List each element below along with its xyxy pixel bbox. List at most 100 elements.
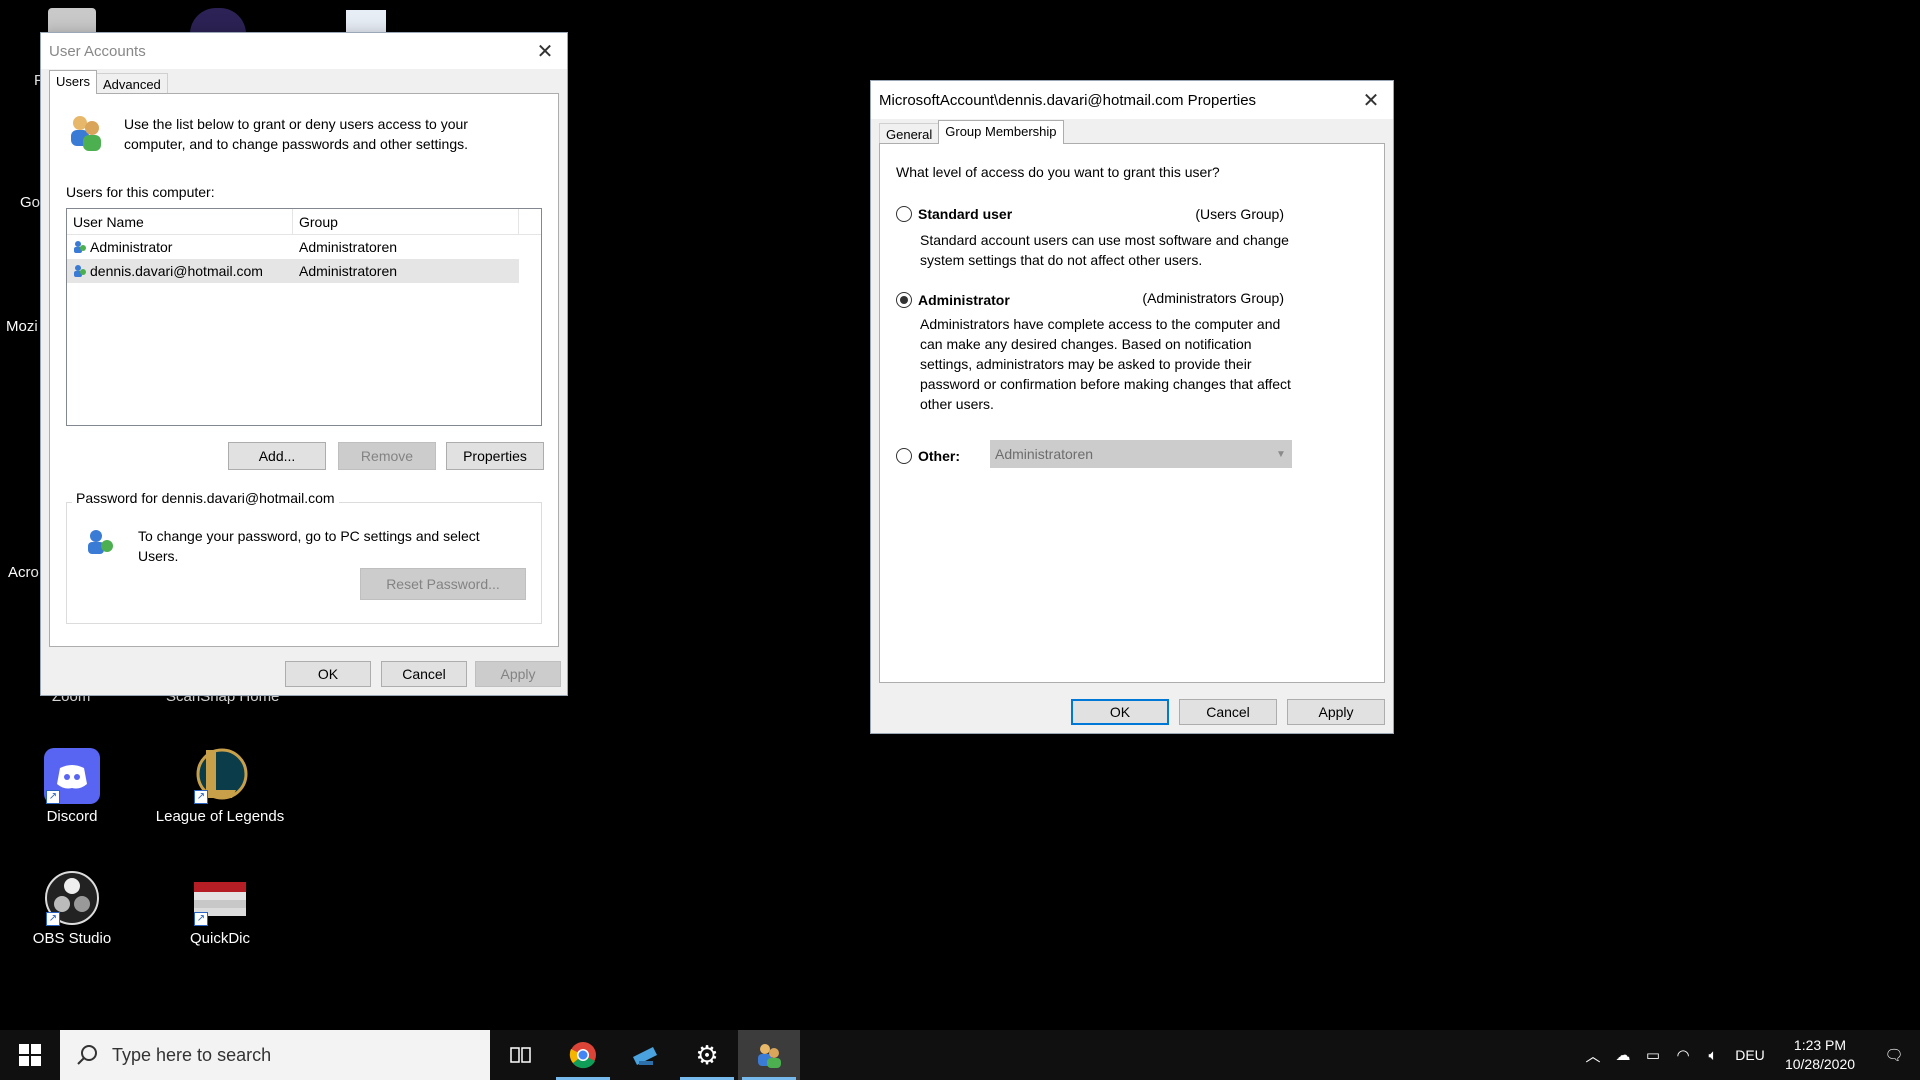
tab-strip: Users Advanced bbox=[41, 69, 567, 94]
tab-advanced[interactable]: Advanced bbox=[95, 73, 168, 93]
table-row[interactable]: dennis.davari@hotmail.com Administratore… bbox=[67, 259, 519, 283]
window-title: MicrosoftAccount\dennis.davari@hotmail.c… bbox=[879, 91, 1257, 109]
other-radio[interactable] bbox=[896, 448, 912, 464]
user-name-cell: dennis.davari@hotmail.com bbox=[67, 263, 293, 279]
close-icon[interactable]: ✕ bbox=[523, 33, 567, 69]
taskbar-search[interactable]: Type here to search bbox=[60, 1030, 490, 1080]
tab-users[interactable]: Users bbox=[49, 70, 97, 94]
ok-button[interactable]: OK bbox=[285, 661, 371, 687]
start-button[interactable] bbox=[0, 1030, 60, 1080]
reset-password-button[interactable]: Reset Password... bbox=[360, 568, 526, 600]
user-accounts-icon bbox=[758, 1044, 781, 1068]
clock-time: 1:23 PM bbox=[1793, 1037, 1847, 1053]
properties-window: MicrosoftAccount\dennis.davari@hotmail.c… bbox=[870, 80, 1394, 734]
other-group-select[interactable]: Administratoren ▼ bbox=[990, 440, 1292, 468]
language-indicator[interactable]: DEU bbox=[1728, 1047, 1772, 1063]
clock-date: 10/28/2020 bbox=[1784, 1056, 1856, 1072]
task-view-icon bbox=[510, 1047, 531, 1063]
standard-user-group: (Users Group) bbox=[1195, 206, 1284, 222]
cancel-button[interactable]: Cancel bbox=[381, 661, 467, 687]
password-user-icon bbox=[86, 528, 116, 558]
standard-user-label[interactable]: Standard user bbox=[918, 204, 1012, 224]
user-name: Administrator bbox=[90, 239, 173, 255]
administrator-radio[interactable] bbox=[896, 292, 912, 308]
user-icon bbox=[73, 264, 87, 278]
user-name-cell: Administrator bbox=[67, 239, 293, 255]
search-placeholder: Type here to search bbox=[112, 1044, 272, 1065]
list-header: User Name Group bbox=[67, 209, 541, 235]
title-bar[interactable]: MicrosoftAccount\dennis.davari@hotmail.c… bbox=[871, 81, 1393, 119]
windows-logo-icon bbox=[19, 1044, 41, 1066]
battery-icon[interactable]: ▭ bbox=[1638, 1046, 1668, 1064]
apply-button[interactable]: Apply bbox=[1287, 699, 1385, 725]
discord-icon: ↗ bbox=[44, 748, 100, 804]
obs-studio-icon: ↗ bbox=[44, 870, 100, 926]
administrator-label[interactable]: Administrator bbox=[918, 290, 1010, 310]
user-name: dennis.davari@hotmail.com bbox=[90, 263, 263, 279]
column-header-user-name[interactable]: User Name bbox=[67, 209, 293, 234]
tab-general[interactable]: General bbox=[879, 123, 940, 143]
task-view-button[interactable] bbox=[490, 1030, 552, 1080]
taskbar: Type here to search ⚙ ︿ ☁ ▭ ◠ 🔈︎ DEU 1:2… bbox=[0, 1030, 1920, 1080]
tab-strip: General Group Membership bbox=[871, 119, 1393, 144]
desktop-label-fragment: Mozi bbox=[6, 318, 38, 335]
search-icon bbox=[77, 1045, 97, 1065]
desktop-icon-league-of-legends[interactable]: ↗ League of Legends bbox=[150, 744, 290, 825]
users-list[interactable]: User Name Group Administrator Administra… bbox=[66, 208, 542, 426]
apply-button[interactable]: Apply bbox=[475, 661, 561, 687]
group-cell: Administratoren bbox=[299, 239, 398, 255]
password-group-label: Password for dennis.davari@hotmail.com bbox=[72, 490, 339, 506]
group-membership-panel: What level of access do you want to gran… bbox=[879, 143, 1385, 683]
notification-icon[interactable]: 🗨︎ bbox=[1868, 1046, 1920, 1064]
eclipse-icon[interactable] bbox=[190, 8, 246, 34]
add-button[interactable]: Add... bbox=[228, 442, 326, 470]
access-question: What level of access do you want to gran… bbox=[896, 164, 1220, 180]
onedrive-icon[interactable]: ☁ bbox=[1608, 1046, 1638, 1064]
user-icon bbox=[73, 240, 87, 254]
properties-button[interactable]: Properties bbox=[446, 442, 544, 470]
tab-group-membership[interactable]: Group Membership bbox=[938, 120, 1064, 144]
clock[interactable]: 1:23 PM 10/28/2020 bbox=[1772, 1036, 1868, 1074]
taskbar-chrome[interactable] bbox=[552, 1030, 614, 1080]
ok-button[interactable]: OK bbox=[1071, 699, 1169, 725]
users-tab-panel: Use the list below to grant or deny user… bbox=[49, 93, 559, 647]
standard-user-description: Standard account users can use most soft… bbox=[920, 232, 1289, 268]
other-group-value: Administratoren bbox=[995, 446, 1094, 462]
desktop-icon-obs-studio[interactable]: ↗ OBS Studio bbox=[2, 870, 142, 947]
shortcut-arrow-icon: ↗ bbox=[194, 790, 208, 804]
chevron-down-icon: ▼ bbox=[1276, 448, 1286, 460]
desktop-label-fragment: Go bbox=[20, 194, 41, 211]
desktop-app-icon bbox=[633, 1047, 657, 1065]
volume-icon[interactable]: 🔈︎ bbox=[1698, 1047, 1728, 1064]
wifi-icon[interactable]: ◠ bbox=[1668, 1046, 1698, 1064]
recycle-bin-icon[interactable] bbox=[48, 8, 96, 34]
shortcut-arrow-icon: ↗ bbox=[46, 790, 60, 804]
table-row[interactable]: Administrator Administratoren bbox=[67, 235, 519, 259]
close-icon[interactable]: ✕ bbox=[1349, 82, 1393, 118]
intro-text: Use the list below to grant or deny user… bbox=[124, 116, 468, 152]
users-icon bbox=[66, 112, 106, 152]
desktop-icon-label: Discord bbox=[46, 808, 98, 825]
gear-icon: ⚙ bbox=[695, 1039, 719, 1070]
taskbar-user-accounts[interactable] bbox=[738, 1030, 800, 1080]
title-bar[interactable]: User Accounts ✕ bbox=[41, 33, 567, 69]
desktop-icon-quickdic[interactable]: ↗ QuickDic bbox=[150, 870, 290, 947]
quickdic-icon: ↗ bbox=[192, 870, 248, 926]
standard-user-radio[interactable] bbox=[896, 206, 912, 222]
taskbar-settings[interactable]: ⚙ bbox=[676, 1030, 738, 1080]
column-header-group[interactable]: Group bbox=[293, 209, 519, 234]
user-accounts-window: User Accounts ✕ Users Advanced Use the l… bbox=[40, 32, 568, 696]
shortcut-arrow-icon: ↗ bbox=[194, 912, 208, 926]
other-label[interactable]: Other: bbox=[918, 446, 960, 466]
desktop-label-fragment: Acro bbox=[8, 564, 39, 581]
chevron-up-icon[interactable]: ︿ bbox=[1578, 1045, 1608, 1066]
system-tray: ︿ ☁ ▭ ◠ 🔈︎ DEU 1:23 PM 10/28/2020 🗨︎ bbox=[1578, 1030, 1920, 1080]
group-cell: Administratoren bbox=[299, 263, 398, 279]
document-icon[interactable] bbox=[346, 10, 386, 34]
remove-button[interactable]: Remove bbox=[338, 442, 436, 470]
taskbar-app[interactable] bbox=[614, 1030, 676, 1080]
cancel-button[interactable]: Cancel bbox=[1179, 699, 1277, 725]
desktop-icon-discord[interactable]: ↗ Discord bbox=[2, 748, 142, 825]
desktop-icon-label: OBS Studio bbox=[32, 930, 112, 947]
users-label: Users for this computer: bbox=[66, 184, 215, 200]
